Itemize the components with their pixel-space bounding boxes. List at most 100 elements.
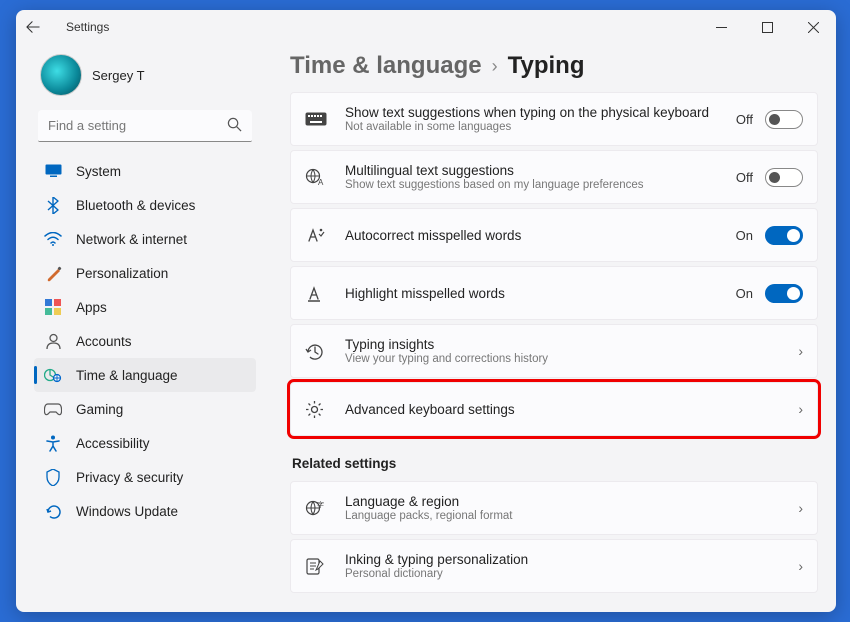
arrow-left-icon	[26, 20, 40, 34]
close-icon	[808, 22, 819, 33]
toggle-switch[interactable]	[765, 284, 803, 303]
setting-title: Show text suggestions when typing on the…	[345, 105, 720, 120]
bluetooth-icon	[44, 196, 62, 214]
sidebar-item-label: Time & language	[76, 368, 178, 383]
sidebar: Sergey T System Bluetooth & devices Networ…	[16, 44, 264, 612]
autocorrect-icon	[305, 226, 329, 244]
search-input[interactable]	[38, 110, 252, 142]
toggle-state-label: Off	[736, 170, 753, 185]
chevron-right-icon: ›	[798, 343, 803, 359]
page-title: Typing	[508, 52, 585, 80]
inking-icon	[305, 557, 329, 576]
sidebar-item-label: Apps	[76, 300, 107, 315]
profile-name: Sergey T	[92, 68, 145, 83]
sidebar-item-label: Personalization	[76, 266, 168, 281]
setting-main-4[interactable]: Typing insightsView your typing and corr…	[290, 324, 818, 378]
sidebar-item-accounts[interactable]: Accounts	[34, 324, 256, 358]
chevron-right-icon: ›	[798, 401, 803, 417]
minimize-icon	[716, 22, 727, 33]
settings-window: Settings Sergey T System Bluetooth & devi…	[16, 10, 836, 612]
settings-list: Show text suggestions when typing on the…	[290, 92, 818, 612]
brush-icon	[44, 264, 62, 282]
setting-title: Advanced keyboard settings	[345, 402, 782, 417]
setting-subtitle: Show text suggestions based on my langua…	[345, 179, 720, 191]
clock-globe-icon	[44, 366, 62, 384]
language-region-icon: 字	[305, 499, 329, 517]
svg-text:字: 字	[317, 500, 324, 509]
setting-main-2[interactable]: Autocorrect misspelled wordsOn	[290, 208, 818, 262]
person-icon	[44, 332, 62, 350]
setting-subtitle: Not available in some languages	[345, 121, 720, 133]
setting-subtitle: Language packs, regional format	[345, 510, 782, 522]
chevron-right-icon: ›	[492, 56, 498, 77]
titlebar: Settings	[16, 10, 836, 44]
setting-title: Language & region	[345, 494, 782, 509]
window-body: Sergey T System Bluetooth & devices Networ…	[16, 44, 836, 612]
shield-icon	[44, 468, 62, 486]
window-title: Settings	[66, 20, 109, 34]
setting-subtitle: View your typing and corrections history	[345, 353, 782, 365]
sidebar-item-label: Accounts	[76, 334, 132, 349]
sidebar-item-network[interactable]: Network & internet	[34, 222, 256, 256]
keyboard-icon	[305, 112, 329, 126]
setting-related-1[interactable]: Inking & typing personalizationPersonal …	[290, 539, 818, 593]
sidebar-item-gaming[interactable]: Gaming	[34, 392, 256, 426]
sidebar-item-label: System	[76, 164, 121, 179]
minimize-button[interactable]	[698, 10, 744, 44]
search-icon	[227, 117, 242, 132]
avatar	[40, 54, 82, 96]
sidebar-item-label: Privacy & security	[76, 470, 183, 485]
setting-related-0[interactable]: 字 Language & regionLanguage packs, region…	[290, 481, 818, 535]
svg-text:A: A	[318, 178, 324, 186]
toggle-switch[interactable]	[765, 226, 803, 245]
setting-title: Typing insights	[345, 337, 782, 352]
gear-icon	[305, 400, 329, 419]
globe-text-icon: A	[305, 168, 329, 186]
setting-main-3[interactable]: Highlight misspelled words On	[290, 266, 818, 320]
main-content[interactable]: Time & language › Typing Show text sugge…	[264, 44, 836, 612]
display-icon	[44, 162, 62, 180]
profile-block[interactable]: Sergey T	[34, 50, 256, 110]
chevron-right-icon: ›	[798, 500, 803, 516]
apps-icon	[44, 298, 62, 316]
related-settings-heading: Related settings	[290, 440, 818, 477]
accessibility-icon	[44, 434, 62, 452]
sidebar-item-label: Windows Update	[76, 504, 178, 519]
toggle-state-label: On	[736, 228, 753, 243]
highlight-text-icon	[305, 284, 329, 302]
toggle-state-label: Off	[736, 112, 753, 127]
breadcrumb-parent[interactable]: Time & language	[290, 52, 482, 80]
sidebar-item-label: Network & internet	[76, 232, 187, 247]
sidebar-item-personalization[interactable]: Personalization	[34, 256, 256, 290]
setting-title: Inking & typing personalization	[345, 552, 782, 567]
sidebar-item-privacy[interactable]: Privacy & security	[34, 460, 256, 494]
setting-title: Highlight misspelled words	[345, 286, 720, 301]
toggle-switch[interactable]	[765, 168, 803, 187]
maximize-icon	[762, 22, 773, 33]
sidebar-item-system[interactable]: System	[34, 154, 256, 188]
close-button[interactable]	[790, 10, 836, 44]
maximize-button[interactable]	[744, 10, 790, 44]
sidebar-item-label: Accessibility	[76, 436, 150, 451]
sidebar-item-update[interactable]: Windows Update	[34, 494, 256, 528]
setting-main-1[interactable]: A Multilingual text suggestionsShow text …	[290, 150, 818, 204]
toggle-state-label: On	[736, 286, 753, 301]
sidebar-item-accessibility[interactable]: Accessibility	[34, 426, 256, 460]
setting-subtitle: Personal dictionary	[345, 568, 782, 580]
update-icon	[44, 502, 62, 520]
wifi-icon	[44, 230, 62, 248]
sidebar-item-timelang[interactable]: Time & language	[34, 358, 256, 392]
chevron-right-icon: ›	[798, 558, 803, 574]
nav-list: System Bluetooth & devices Network & inter…	[34, 154, 256, 528]
setting-main-5[interactable]: Advanced keyboard settings ›	[290, 382, 818, 436]
sidebar-item-label: Gaming	[76, 402, 123, 417]
back-button[interactable]	[26, 20, 60, 34]
toggle-switch[interactable]	[765, 110, 803, 129]
setting-title: Multilingual text suggestions	[345, 163, 720, 178]
sidebar-item-label: Bluetooth & devices	[76, 198, 195, 213]
setting-main-0[interactable]: Show text suggestions when typing on the…	[290, 92, 818, 146]
search-container	[38, 110, 252, 142]
sidebar-item-bluetooth[interactable]: Bluetooth & devices	[34, 188, 256, 222]
sidebar-item-apps[interactable]: Apps	[34, 290, 256, 324]
history-icon	[305, 342, 329, 361]
